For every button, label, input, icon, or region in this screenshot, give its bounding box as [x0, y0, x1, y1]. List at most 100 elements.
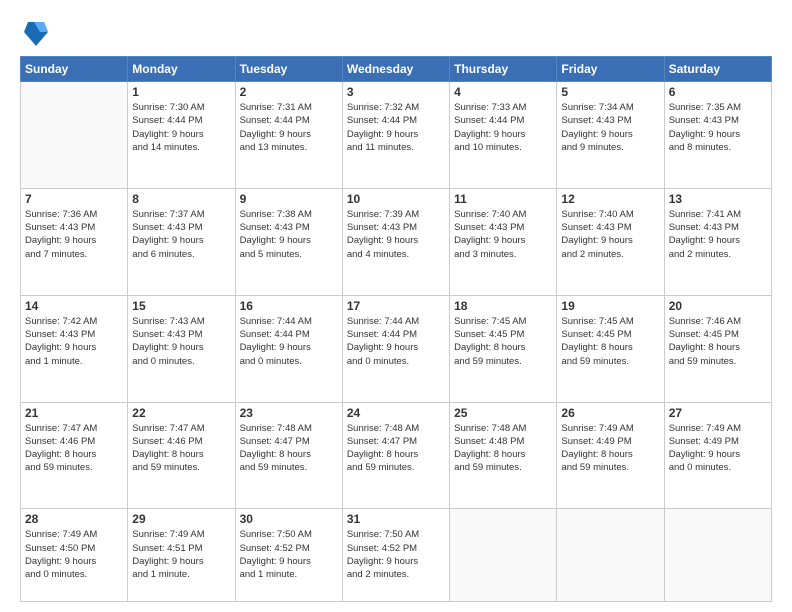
cell-content: Sunrise: 7:31 AM Sunset: 4:44 PM Dayligh…	[240, 101, 338, 154]
calendar-week-4: 21 Sunrise: 7:47 AM Sunset: 4:46 PM Dayli…	[21, 402, 772, 509]
table-row: 4Sunrise: 7:33 AM Sunset: 4:44 PM Daylig…	[450, 82, 557, 189]
calendar-week-2: 7 Sunrise: 7:36 AM Sunset: 4:43 PM Daylig…	[21, 188, 772, 295]
table-row: 1 Sunrise: 7:30 AM Sunset: 4:44 PM Daylig…	[128, 82, 235, 189]
day-number: 6	[669, 85, 767, 99]
calendar-week-1: 1 Sunrise: 7:30 AM Sunset: 4:44 PM Daylig…	[21, 82, 772, 189]
cell-content: Sunrise: 7:43 AM Sunset: 4:43 PM Dayligh…	[132, 315, 230, 368]
header-monday: Monday	[128, 57, 235, 82]
day-number: 22	[132, 406, 230, 420]
cell-content: Sunrise: 7:35 AM Sunset: 4:43 PM Dayligh…	[669, 101, 767, 154]
table-row: 31 Sunrise: 7:50 AM Sunset: 4:52 PM Dayli…	[342, 509, 449, 602]
day-number: 8	[132, 192, 230, 206]
table-row: 19 Sunrise: 7:45 AM Sunset: 4:45 PM Dayli…	[557, 295, 664, 402]
day-number: 20	[669, 299, 767, 313]
table-row: 11Sunrise: 7:40 AM Sunset: 4:43 PM Dayli…	[450, 188, 557, 295]
cell-content: Sunrise: 7:49 AM Sunset: 4:49 PM Dayligh…	[669, 422, 767, 475]
cell-content: Sunrise: 7:47 AM Sunset: 4:46 PM Dayligh…	[25, 422, 123, 475]
day-number: 26	[561, 406, 659, 420]
table-row: 17 Sunrise: 7:44 AM Sunset: 4:44 PM Dayli…	[342, 295, 449, 402]
table-row: 30Sunrise: 7:50 AM Sunset: 4:52 PM Dayli…	[235, 509, 342, 602]
cell-content: Sunrise: 7:33 AM Sunset: 4:44 PM Dayligh…	[454, 101, 552, 154]
cell-content: Sunrise: 7:50 AM Sunset: 4:52 PM Dayligh…	[240, 528, 338, 581]
table-row	[450, 509, 557, 602]
cell-content: Sunrise: 7:48 AM Sunset: 4:48 PM Dayligh…	[454, 422, 552, 475]
table-row: 18 Sunrise: 7:45 AM Sunset: 4:45 PM Dayli…	[450, 295, 557, 402]
day-number: 21	[25, 406, 123, 420]
header-tuesday: Tuesday	[235, 57, 342, 82]
logo	[20, 16, 48, 46]
cell-content: Sunrise: 7:48 AM Sunset: 4:47 PM Dayligh…	[347, 422, 445, 475]
table-row: 20Sunrise: 7:46 AM Sunset: 4:45 PM Dayli…	[664, 295, 771, 402]
cell-content: Sunrise: 7:37 AM Sunset: 4:43 PM Dayligh…	[132, 208, 230, 261]
day-number: 12	[561, 192, 659, 206]
table-row: 28 Sunrise: 7:49 AM Sunset: 4:50 PM Dayli…	[21, 509, 128, 602]
day-number: 10	[347, 192, 445, 206]
header-sunday: Sunday	[21, 57, 128, 82]
header-saturday: Saturday	[664, 57, 771, 82]
day-number: 11	[454, 192, 552, 206]
cell-content: Sunrise: 7:49 AM Sunset: 4:50 PM Dayligh…	[25, 528, 123, 581]
header-thursday: Thursday	[450, 57, 557, 82]
table-row	[21, 82, 128, 189]
cell-content: Sunrise: 7:30 AM Sunset: 4:44 PM Dayligh…	[132, 101, 230, 154]
cell-content: Sunrise: 7:34 AM Sunset: 4:43 PM Dayligh…	[561, 101, 659, 154]
cell-content: Sunrise: 7:49 AM Sunset: 4:49 PM Dayligh…	[561, 422, 659, 475]
cell-content: Sunrise: 7:50 AM Sunset: 4:52 PM Dayligh…	[347, 528, 445, 581]
day-number: 3	[347, 85, 445, 99]
day-number: 7	[25, 192, 123, 206]
cell-content: Sunrise: 7:44 AM Sunset: 4:44 PM Dayligh…	[347, 315, 445, 368]
table-row: 6 Sunrise: 7:35 AM Sunset: 4:43 PM Daylig…	[664, 82, 771, 189]
cell-content: Sunrise: 7:38 AM Sunset: 4:43 PM Dayligh…	[240, 208, 338, 261]
day-number: 2	[240, 85, 338, 99]
day-number: 5	[561, 85, 659, 99]
table-row: 5 Sunrise: 7:34 AM Sunset: 4:43 PM Daylig…	[557, 82, 664, 189]
logo-icon	[24, 18, 48, 46]
table-row: 7 Sunrise: 7:36 AM Sunset: 4:43 PM Daylig…	[21, 188, 128, 295]
day-number: 23	[240, 406, 338, 420]
table-row: 27Sunrise: 7:49 AM Sunset: 4:49 PM Dayli…	[664, 402, 771, 509]
table-row: 16 Sunrise: 7:44 AM Sunset: 4:44 PM Dayli…	[235, 295, 342, 402]
table-row: 13 Sunrise: 7:41 AM Sunset: 4:43 PM Dayli…	[664, 188, 771, 295]
day-number: 28	[25, 512, 123, 526]
day-number: 25	[454, 406, 552, 420]
table-row: 15 Sunrise: 7:43 AM Sunset: 4:43 PM Dayli…	[128, 295, 235, 402]
cell-content: Sunrise: 7:44 AM Sunset: 4:44 PM Dayligh…	[240, 315, 338, 368]
day-number: 14	[25, 299, 123, 313]
cell-content: Sunrise: 7:41 AM Sunset: 4:43 PM Dayligh…	[669, 208, 767, 261]
day-number: 15	[132, 299, 230, 313]
calendar-week-3: 14Sunrise: 7:42 AM Sunset: 4:43 PM Dayli…	[21, 295, 772, 402]
day-number: 1	[132, 85, 230, 99]
header-friday: Friday	[557, 57, 664, 82]
day-number: 16	[240, 299, 338, 313]
cell-content: Sunrise: 7:49 AM Sunset: 4:51 PM Dayligh…	[132, 528, 230, 581]
day-number: 19	[561, 299, 659, 313]
cell-content: Sunrise: 7:45 AM Sunset: 4:45 PM Dayligh…	[454, 315, 552, 368]
cell-content: Sunrise: 7:45 AM Sunset: 4:45 PM Dayligh…	[561, 315, 659, 368]
table-row: 12 Sunrise: 7:40 AM Sunset: 4:43 PM Dayli…	[557, 188, 664, 295]
day-number: 13	[669, 192, 767, 206]
day-number: 18	[454, 299, 552, 313]
table-row	[557, 509, 664, 602]
table-row: 22Sunrise: 7:47 AM Sunset: 4:46 PM Dayli…	[128, 402, 235, 509]
table-row: 24 Sunrise: 7:48 AM Sunset: 4:47 PM Dayli…	[342, 402, 449, 509]
day-number: 29	[132, 512, 230, 526]
cell-content: Sunrise: 7:40 AM Sunset: 4:43 PM Dayligh…	[561, 208, 659, 261]
table-row: 9 Sunrise: 7:38 AM Sunset: 4:43 PM Daylig…	[235, 188, 342, 295]
table-row: 2 Sunrise: 7:31 AM Sunset: 4:44 PM Daylig…	[235, 82, 342, 189]
table-row: 8 Sunrise: 7:37 AM Sunset: 4:43 PM Daylig…	[128, 188, 235, 295]
page: SundayMondayTuesdayWednesdayThursdayFrid…	[0, 0, 792, 612]
table-row: 10Sunrise: 7:39 AM Sunset: 4:43 PM Dayli…	[342, 188, 449, 295]
table-row: 21 Sunrise: 7:47 AM Sunset: 4:46 PM Dayli…	[21, 402, 128, 509]
table-row: 29 Sunrise: 7:49 AM Sunset: 4:51 PM Dayli…	[128, 509, 235, 602]
table-row: 3 Sunrise: 7:32 AM Sunset: 4:44 PM Daylig…	[342, 82, 449, 189]
cell-content: Sunrise: 7:36 AM Sunset: 4:43 PM Dayligh…	[25, 208, 123, 261]
day-number: 31	[347, 512, 445, 526]
day-number: 17	[347, 299, 445, 313]
day-number: 9	[240, 192, 338, 206]
header	[20, 16, 772, 46]
table-row: 26 Sunrise: 7:49 AM Sunset: 4:49 PM Dayli…	[557, 402, 664, 509]
day-number: 24	[347, 406, 445, 420]
cell-content: Sunrise: 7:32 AM Sunset: 4:44 PM Dayligh…	[347, 101, 445, 154]
calendar-week-5: 28 Sunrise: 7:49 AM Sunset: 4:50 PM Dayli…	[21, 509, 772, 602]
calendar-header-row: SundayMondayTuesdayWednesdayThursdayFrid…	[21, 57, 772, 82]
